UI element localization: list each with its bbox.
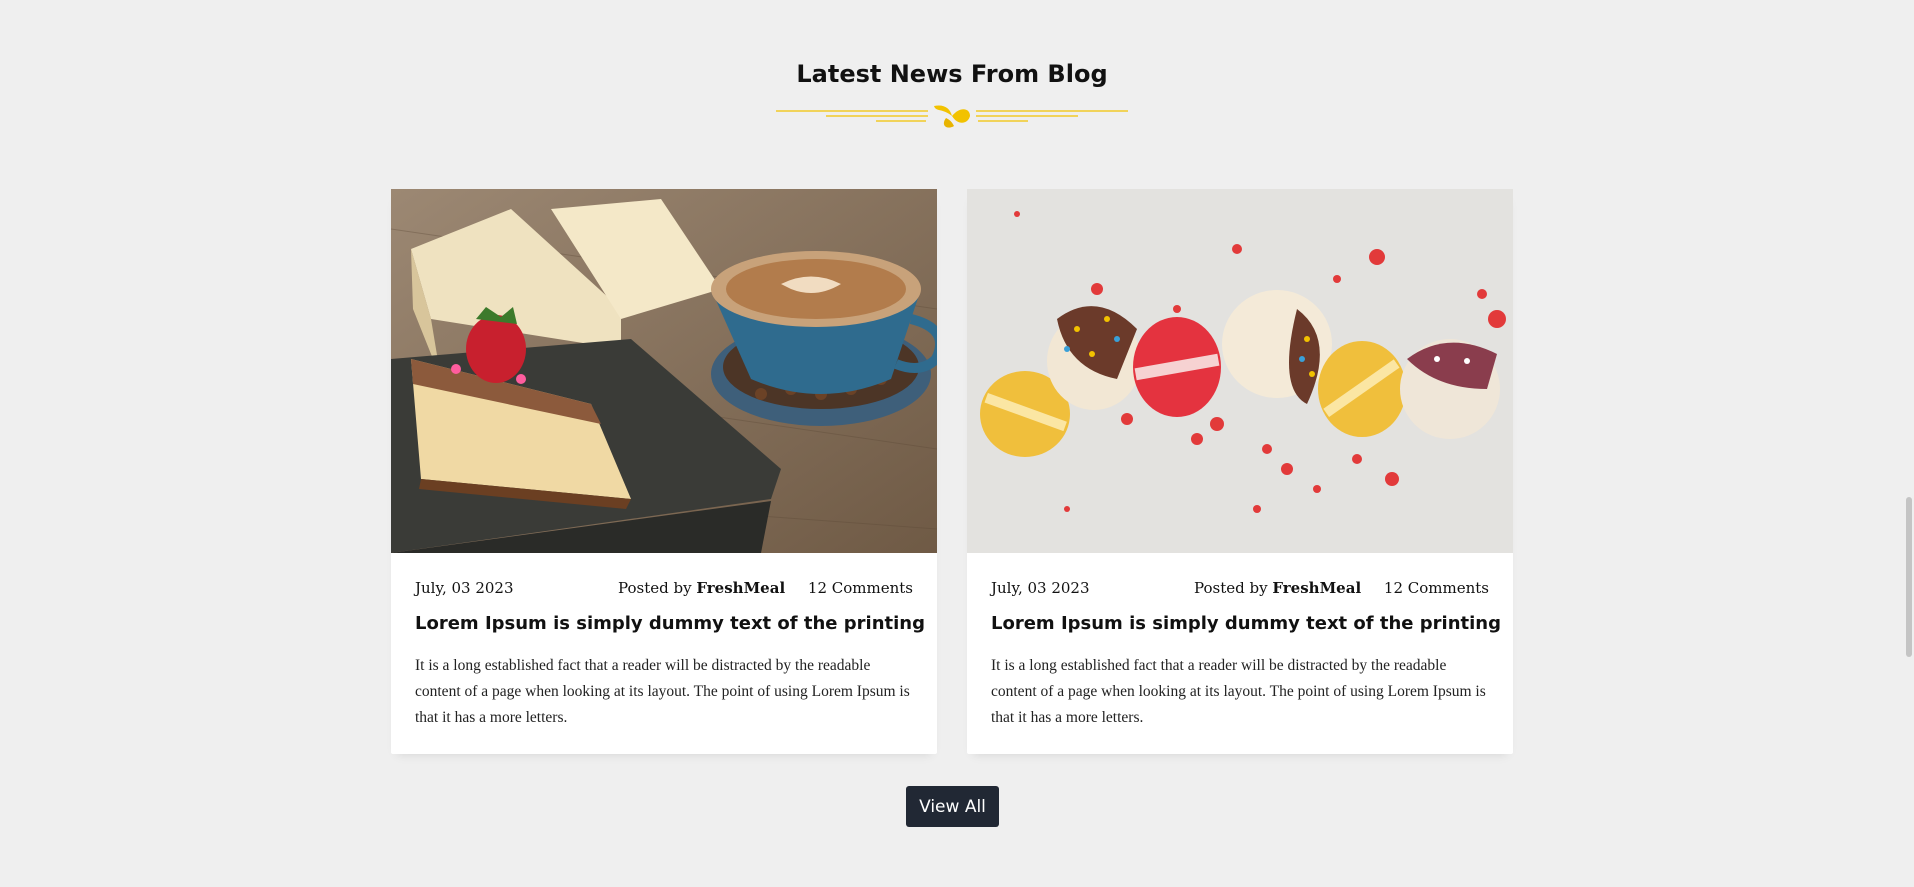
post-date: July, 03 2023 (415, 579, 514, 597)
post-author[interactable]: FreshMeal (1272, 579, 1361, 597)
post-image-cake-coffee[interactable] (391, 189, 937, 553)
leaf-divider-icon (776, 105, 1128, 128)
post-comments-count[interactable]: 12 Comments (808, 579, 913, 597)
blog-post-card[interactable]: July, 03 2023 Posted by FreshMeal 12 Com… (391, 189, 937, 754)
blog-post-card[interactable]: July, 03 2023 Posted by FreshMeal 12 Com… (967, 189, 1513, 754)
post-meta: July, 03 2023 Posted by FreshMeal 12 Com… (415, 579, 913, 601)
post-date: July, 03 2023 (991, 579, 1090, 597)
post-title[interactable]: Lorem Ipsum is simply dummy text of the … (991, 613, 1501, 634)
post-author[interactable]: FreshMeal (696, 579, 785, 597)
view-all-button[interactable]: View All (906, 786, 999, 827)
post-excerpt: It is a long established fact that a rea… (991, 657, 1486, 726)
post-excerpt: It is a long established fact that a rea… (415, 657, 910, 726)
macarons-image (967, 189, 1513, 553)
posted-by-label: Posted by (618, 579, 692, 597)
scrollbar[interactable] (1904, 0, 1914, 887)
cake-coffee-image (391, 189, 937, 553)
post-comments-count[interactable]: 12 Comments (1384, 579, 1489, 597)
post-image-macarons[interactable] (967, 189, 1513, 553)
scrollbar-thumb[interactable] (1906, 497, 1912, 657)
section-title: Latest News From Blog (796, 60, 1108, 88)
post-title[interactable]: Lorem Ipsum is simply dummy text of the … (415, 613, 925, 634)
posted-by-label: Posted by (1194, 579, 1268, 597)
post-meta: July, 03 2023 Posted by FreshMeal 12 Com… (991, 579, 1489, 601)
